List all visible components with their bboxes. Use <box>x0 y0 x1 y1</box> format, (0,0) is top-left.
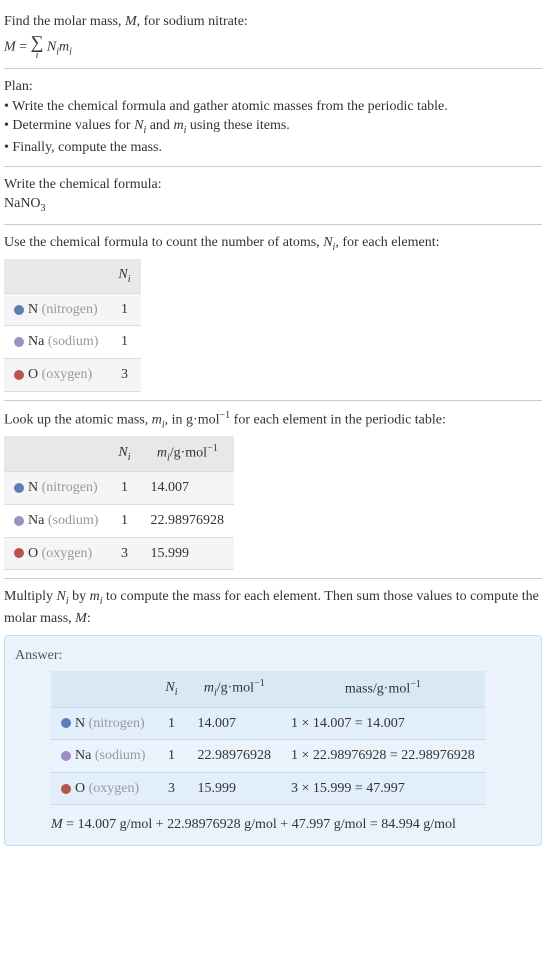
calc-cell: 1 × 14.007 = 14.007 <box>281 707 485 740</box>
table-header-row: Ni <box>4 259 141 293</box>
element-cell: N (nitrogen) <box>51 707 155 740</box>
element-dot-icon <box>14 516 24 526</box>
sigma: ∑ <box>31 32 44 52</box>
intro-section: Find the molar mass, M, for sodium nitra… <box>4 4 542 69</box>
header-empty <box>4 259 108 293</box>
header-empty <box>51 671 155 707</box>
element-cell: O (oxygen) <box>4 358 108 391</box>
header-mass: mass/g·mol−1 <box>281 671 485 707</box>
n-cell: 1 <box>108 293 140 326</box>
intro-text-end: , for sodium nitrate: <box>137 14 248 29</box>
answer-label: Answer: <box>15 646 531 666</box>
element-cell: O (oxygen) <box>4 537 108 570</box>
n-cell: 1 <box>155 707 187 740</box>
table-row: O (oxygen) 3 <box>4 358 141 391</box>
element-dot-icon <box>14 337 24 347</box>
n-cell: 1 <box>108 326 140 359</box>
intro-line: Find the molar mass, M, for sodium nitra… <box>4 12 542 32</box>
multiply-intro: Multiply Ni by mi to compute the mass fo… <box>4 587 542 628</box>
m-cell: 14.007 <box>188 707 282 740</box>
answer-table: Ni mi/g·mol−1 mass/g·mol−1 N (nitrogen) … <box>51 671 485 805</box>
molar-mass-formula: M = ∑i Nimi <box>4 34 542 61</box>
count-intro: Use the chemical formula to count the nu… <box>4 233 542 255</box>
table-row: O (oxygen) 3 15.999 <box>4 537 234 570</box>
plan-section: Plan: Write the chemical formula and gat… <box>4 69 542 167</box>
final-equation: M = 14.007 g/mol + 22.98976928 g/mol + 4… <box>51 815 531 835</box>
sigma-symbol: ∑i <box>31 34 44 61</box>
calc-cell: 1 × 22.98976928 = 22.98976928 <box>281 740 485 773</box>
sigma-sub: i <box>31 51 44 60</box>
element-dot-icon <box>14 483 24 493</box>
answer-inner: Ni mi/g·mol−1 mass/g·mol−1 N (nitrogen) … <box>15 671 531 835</box>
header-N: Ni <box>108 259 140 293</box>
table-row: N (nitrogen) 1 14.007 <box>4 472 234 505</box>
element-cell: N (nitrogen) <box>4 472 108 505</box>
m-cell: 22.98976928 <box>188 740 282 773</box>
element-cell: Na (sodium) <box>4 326 108 359</box>
element-dot-icon <box>14 548 24 558</box>
answer-block: Answer: Ni mi/g·mol−1 mass/g·mol−1 N (ni… <box>4 635 542 846</box>
eq-sign: = <box>16 39 31 54</box>
element-dot-icon <box>61 784 71 794</box>
n-cell: 1 <box>108 472 140 505</box>
count-section: Use the chemical formula to count the nu… <box>4 225 542 400</box>
multiply-section: Multiply Ni by mi to compute the mass fo… <box>4 579 542 854</box>
element-cell: Na (sodium) <box>4 505 108 538</box>
header-N: Ni <box>108 436 140 472</box>
chem-formula-title: Write the chemical formula: <box>4 175 542 195</box>
mass-section: Look up the atomic mass, mi, in g·mol−1 … <box>4 401 542 580</box>
element-dot-icon <box>14 305 24 315</box>
n-cell: 3 <box>108 537 140 570</box>
element-dot-icon <box>61 718 71 728</box>
term-N: N <box>47 39 56 54</box>
mass-intro: Look up the atomic mass, mi, in g·mol−1 … <box>4 409 542 432</box>
m-cell: 15.999 <box>141 537 235 570</box>
count-table: Ni N (nitrogen) 1 Na (sodium) 1 O (oxyge… <box>4 259 141 392</box>
m-cell: 15.999 <box>188 772 282 805</box>
table-row: O (oxygen) 3 15.999 3 × 15.999 = 47.997 <box>51 772 485 805</box>
plan-list: Write the chemical formula and gather at… <box>4 97 542 158</box>
var-M: M <box>125 14 137 29</box>
calc-cell: 3 × 15.999 = 47.997 <box>281 772 485 805</box>
header-m: mi/g·mol−1 <box>141 436 235 472</box>
n-cell: 3 <box>108 358 140 391</box>
table-row: N (nitrogen) 1 14.007 1 × 14.007 = 14.00… <box>51 707 485 740</box>
table-row: Na (sodium) 1 22.98976928 <box>4 505 234 538</box>
n-cell: 1 <box>108 505 140 538</box>
m-cell: 14.007 <box>141 472 235 505</box>
intro-text: Find the molar mass, <box>4 14 125 29</box>
n-cell: 3 <box>155 772 187 805</box>
plan-item-2: Determine values for Ni and mi using the… <box>4 116 542 138</box>
element-cell: O (oxygen) <box>51 772 155 805</box>
sub-i-2: i <box>69 46 72 57</box>
table-row: Na (sodium) 1 <box>4 326 141 359</box>
element-dot-icon <box>61 751 71 761</box>
element-dot-icon <box>14 370 24 380</box>
header-empty <box>4 436 108 472</box>
header-N: Ni <box>155 671 187 707</box>
table-header-row: Ni mi/g·mol−1 mass/g·mol−1 <box>51 671 485 707</box>
table-row: N (nitrogen) 1 <box>4 293 141 326</box>
table-header-row: Ni mi/g·mol−1 <box>4 436 234 472</box>
m-cell: 22.98976928 <box>141 505 235 538</box>
element-cell: Na (sodium) <box>51 740 155 773</box>
plan-title: Plan: <box>4 77 542 97</box>
eq-lhs: M <box>4 39 16 54</box>
chem-formula-section: Write the chemical formula: NaNO3 <box>4 167 542 225</box>
n-cell: 1 <box>155 740 187 773</box>
table-row: Na (sodium) 1 22.98976928 1 × 22.9897692… <box>51 740 485 773</box>
term-m: m <box>59 39 69 54</box>
plan-item-1: Write the chemical formula and gather at… <box>4 97 542 117</box>
element-cell: N (nitrogen) <box>4 293 108 326</box>
header-m: mi/g·mol−1 <box>188 671 282 707</box>
mass-table: Ni mi/g·mol−1 N (nitrogen) 1 14.007 Na (… <box>4 436 234 570</box>
plan-item-3: Finally, compute the mass. <box>4 138 542 158</box>
chem-formula: NaNO3 <box>4 194 542 216</box>
